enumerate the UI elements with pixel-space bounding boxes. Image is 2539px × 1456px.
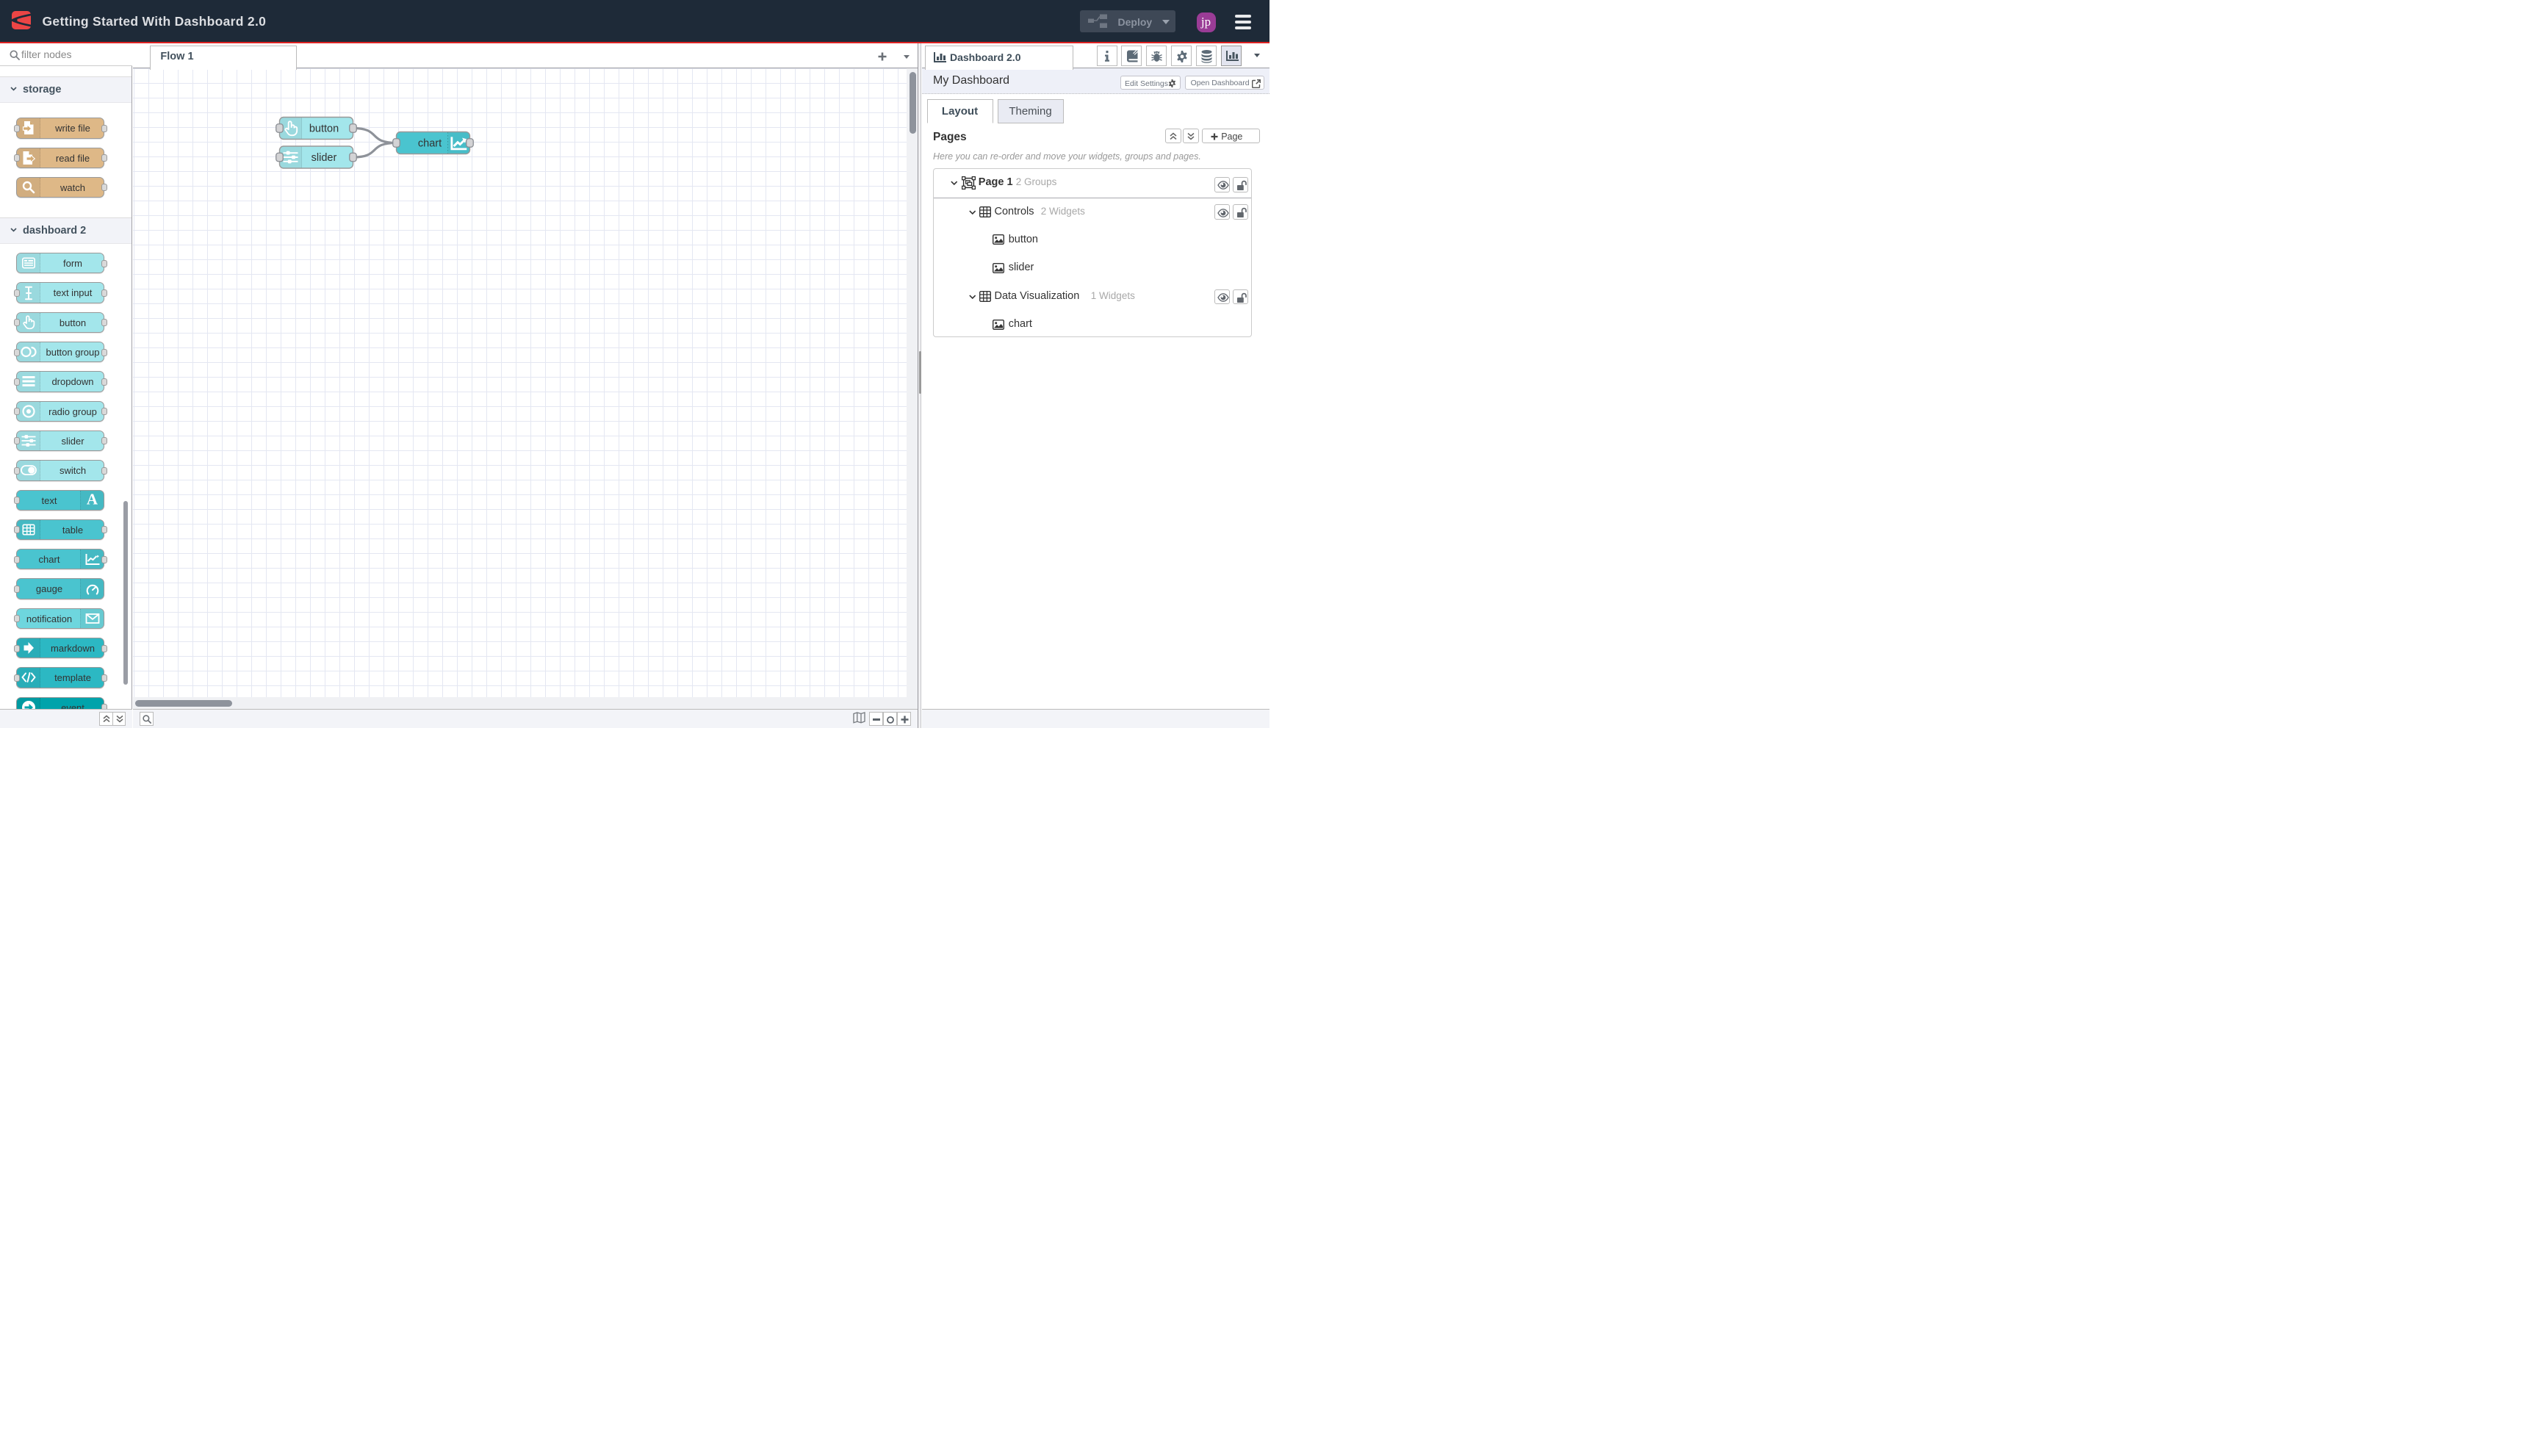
svg-text:chart: chart <box>417 138 441 150</box>
svg-text:button: button <box>309 123 338 135</box>
svg-text:slider: slider <box>311 152 336 164</box>
